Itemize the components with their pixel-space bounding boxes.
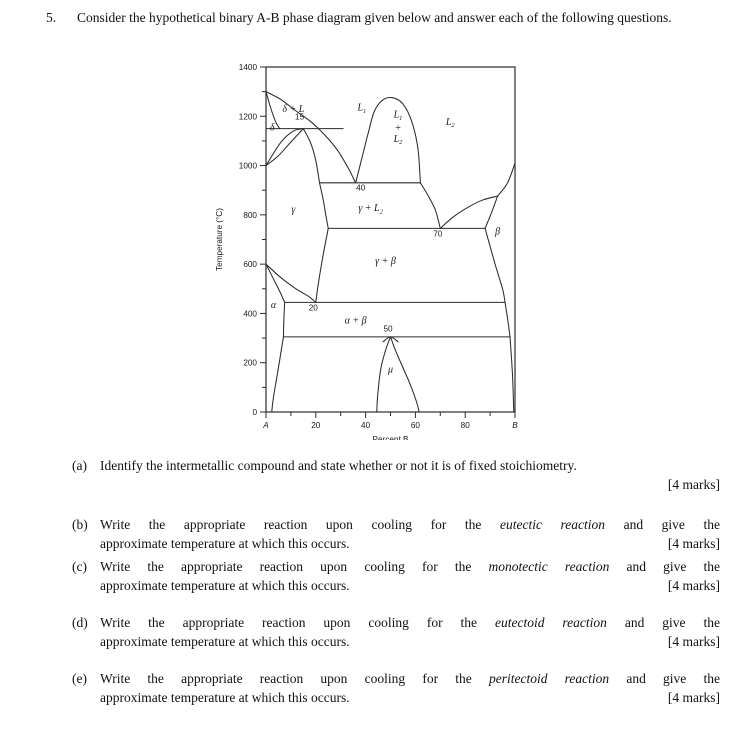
boundary-delta-liquidus — [265, 91, 357, 184]
y-axis-tick-label: 1200 — [239, 112, 258, 121]
part-c-line2-wrap: approximate temperature at which this oc… — [100, 576, 720, 595]
part-c-text-pre: Write the appropriate reaction upon cool… — [100, 559, 472, 574]
x-axis-tick-label: 20 — [311, 421, 321, 430]
boundary-beta-solidus-right — [484, 195, 499, 229]
part-d-marks: [4 marks] — [667, 634, 720, 650]
boundary-gamma-solvus-low — [315, 227, 329, 303]
composition-label-peritectoid-composition: 15 — [295, 113, 305, 122]
y-axis-tick-label: 600 — [243, 260, 257, 269]
composition-label-eutectoid-composition: 20 — [309, 303, 319, 312]
part-c-label: (c) — [72, 559, 87, 574]
x-axis-tick-label: 60 — [411, 421, 421, 430]
boundary-beta-solvus-bottom — [509, 336, 515, 413]
part-e-line2: approximate temperature at which this oc… — [100, 690, 350, 706]
composition-label-eutectic-composition: 70 — [433, 230, 443, 239]
boundary-beta-solvus — [484, 227, 506, 303]
part-e-marks: [4 marks] — [667, 690, 720, 706]
part-a-label: (a) — [72, 458, 87, 473]
y-axis-tick-label: 400 — [243, 309, 257, 318]
boundary-L2-beta-boundary — [439, 195, 499, 229]
part-c-marks: [4 marks] — [667, 578, 720, 594]
part-d-line2: approximate temperature at which this oc… — [100, 634, 350, 650]
question-part-d: (d) Write the appropriate reaction upon … — [72, 613, 720, 651]
y-axis-tick-label: 800 — [243, 211, 257, 220]
boundary-beta-liquidus-right — [497, 162, 516, 197]
part-b-text-pre: Write the appropriate reaction upon cool… — [100, 517, 482, 532]
part-c-line1: Write the appropriate reaction upon cool… — [100, 557, 720, 576]
composition-label-monotectic-composition: 40 — [356, 184, 366, 193]
part-b-label: (b) — [72, 517, 88, 532]
boundary-alpha-solvus-lower — [282, 301, 286, 338]
part-e-text-pre: Write the appropriate reaction upon cool… — [100, 671, 472, 686]
part-e-body: Write the appropriate reaction upon cool… — [100, 669, 720, 707]
part-e-label: (e) — [72, 671, 87, 686]
phase-label-liquid-2: L2 — [445, 117, 456, 129]
boundary-alpha-solvus-upper — [265, 263, 286, 303]
phase-label-mu: μ — [387, 365, 393, 376]
phase-label-liquid-1: L1 — [356, 103, 366, 115]
boundary-L2-gamma-boundary — [419, 182, 441, 229]
x-axis-title: Percent B — [373, 435, 409, 440]
y-axis-tick-label: 0 — [252, 408, 257, 417]
part-d-label: (d) — [72, 615, 88, 630]
x-axis-tick-label: 40 — [361, 421, 371, 430]
part-d-line1: Write the appropriate reaction upon cool… — [100, 613, 720, 632]
x-axis-tick-label: B — [512, 421, 518, 430]
part-b-text-post: and give the — [623, 517, 720, 532]
boundary-gamma-solvus-upper — [265, 128, 304, 167]
boundary-alpha-solvus-bottom — [271, 336, 284, 413]
x-axis-tick-label: 80 — [461, 421, 471, 430]
part-b-line2-wrap: approximate temperature at which this oc… — [100, 534, 720, 553]
y-axis-tick-label: 200 — [243, 359, 257, 368]
boundary-gamma-right-upper — [302, 128, 321, 184]
part-b-body: Write the appropriate reaction upon cool… — [100, 515, 720, 553]
x-axis-tick-label: A — [262, 421, 269, 430]
part-e-emphasis: peritectoid reaction — [488, 671, 610, 686]
part-a-text: Identify the intermetallic compound and … — [100, 458, 577, 473]
phase-label-delta: δ — [270, 122, 275, 133]
part-b-marks: [4 marks] — [667, 536, 720, 552]
question-stem-text: Consider the hypothetical binary A-B pha… — [77, 10, 672, 25]
phase-diagram-figure: 0 200 400 600 800 1000 1200 1400 A 20 40 60 80 B Perce… — [206, 55, 536, 440]
question-part-e: (e) Write the appropriate reaction upon … — [72, 669, 720, 707]
part-b-line1: Write the appropriate reaction upon cool… — [100, 515, 720, 534]
y-axis-tick-label: 1400 — [239, 63, 258, 72]
part-e-line1: Write the appropriate reaction upon cool… — [100, 669, 720, 688]
phase-label-alpha: α — [271, 300, 277, 311]
part-c-text-post: and give the — [626, 559, 720, 574]
part-e-line2-wrap: approximate temperature at which this oc… — [100, 688, 720, 707]
phase-label-alpha-plus-beta: α + β — [345, 315, 367, 326]
y-axis-title: Temperature (°C) — [215, 208, 224, 271]
part-a-body: Identify the intermetallic compound and … — [100, 456, 720, 494]
question-part-c: (c) Write the appropriate reaction upon … — [72, 557, 720, 595]
part-d-line2-wrap: approximate temperature at which this oc… — [100, 632, 720, 651]
y-axis-tick-label: 1000 — [239, 162, 258, 171]
question-stem: 5. Consider the hypothetical binary A-B … — [46, 8, 718, 27]
boundary-alpha-gamma-boundary — [265, 263, 317, 303]
boundary-mu-right — [389, 336, 420, 413]
phase-label-gamma: γ — [291, 204, 296, 215]
part-c-body: Write the appropriate reaction upon cool… — [100, 557, 720, 595]
question-part-a: (a) Identify the intermetallic compound … — [72, 456, 720, 494]
part-a-marks: [4 marks] — [667, 477, 720, 493]
part-c-line2: approximate temperature at which this oc… — [100, 578, 350, 594]
part-b-line2: approximate temperature at which this oc… — [100, 536, 350, 552]
part-b-emphasis: eutectic reaction — [499, 517, 606, 532]
part-d-text-pre: Write the appropriate reaction upon cool… — [100, 615, 478, 630]
composition-label-intermetallic-composition: 50 — [383, 324, 393, 333]
phase-label-gamma-plus-liquid2: γ + L2 — [358, 203, 383, 215]
phase-label-liquid1-plus-liquid2: L1 + L2 — [393, 110, 404, 146]
question-part-b: (b) Write the appropriate reaction upon … — [72, 515, 720, 553]
part-e-text-post: and give the — [626, 671, 720, 686]
boundary-gamma-right-lower — [319, 182, 329, 229]
part-d-emphasis: eutectoid reaction — [494, 615, 607, 630]
question-number: 5. — [46, 10, 57, 25]
phase-label-beta: β — [494, 227, 500, 238]
phase-label-gamma-plus-beta: γ + β — [375, 256, 396, 267]
part-d-text-post: and give the — [624, 615, 720, 630]
part-d-body: Write the appropriate reaction upon cool… — [100, 613, 720, 651]
part-c-emphasis: monotectic reaction — [488, 559, 610, 574]
boundary-beta-solvus-lower — [504, 301, 511, 338]
